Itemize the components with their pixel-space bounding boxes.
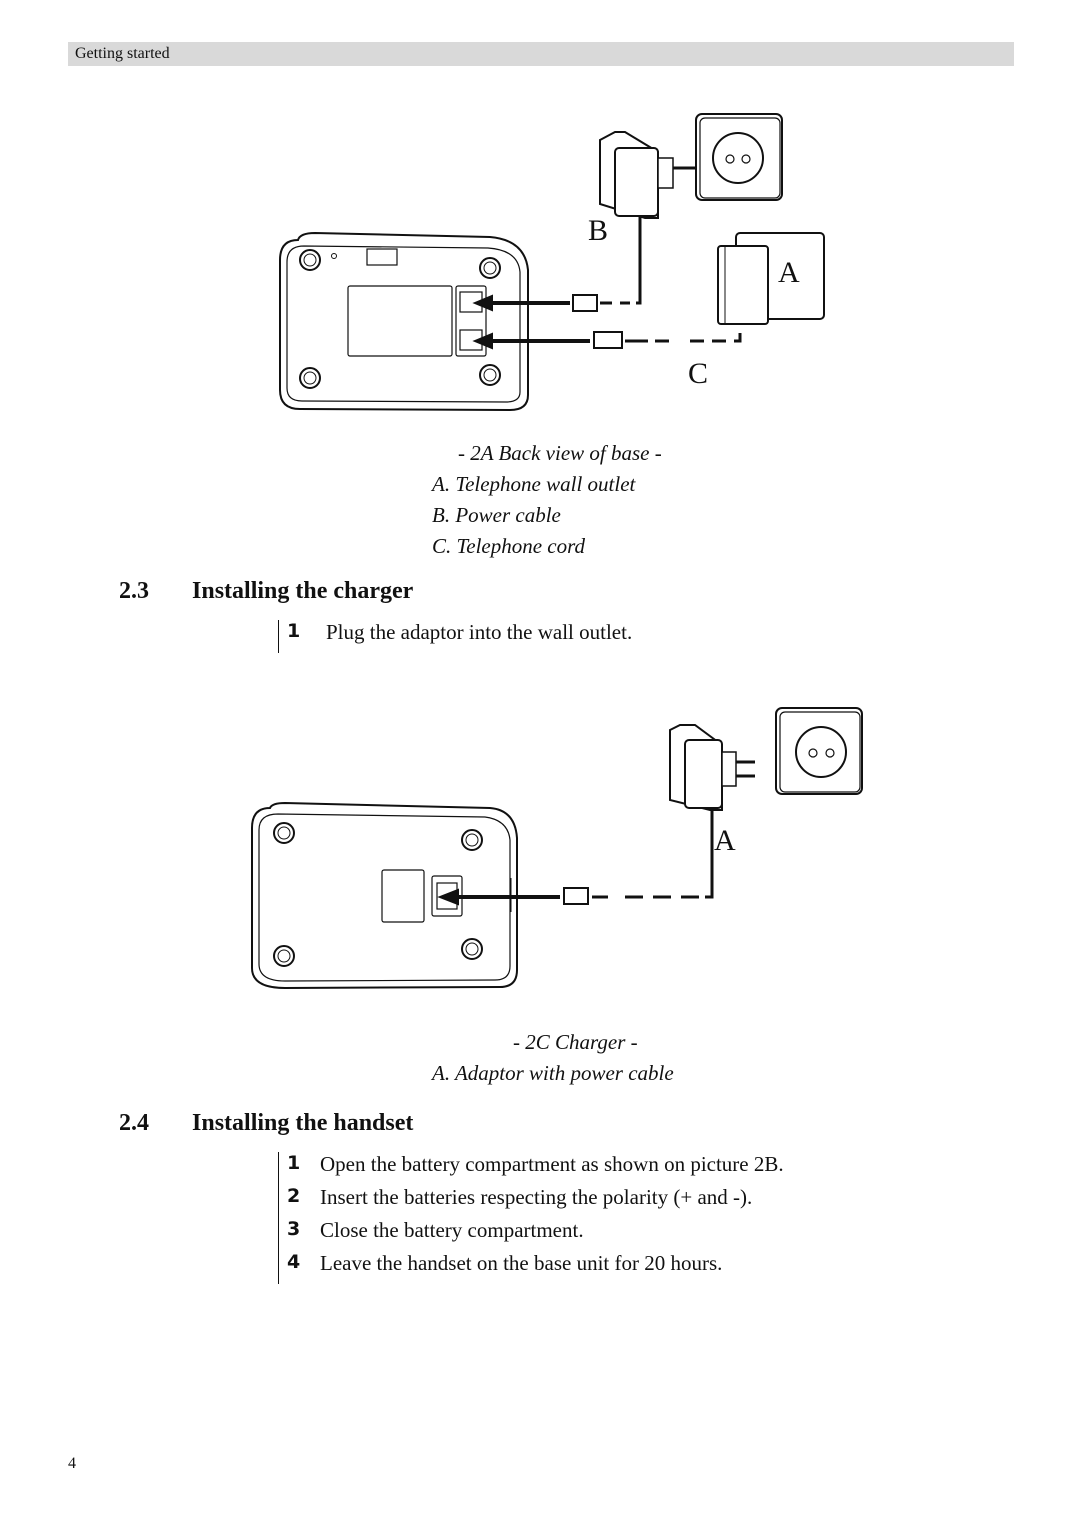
section-2-3-steps: 1 Plug the adaptor into the wall outlet.	[278, 620, 632, 653]
figure-2c-legend-a: A. Adaptor with power cable	[432, 1061, 674, 1085]
page-number: 4	[68, 1455, 76, 1472]
telephone-wall-outlet-illustration	[717, 232, 825, 325]
section-2-3-heading: 2.3 Installing the charger	[119, 578, 519, 608]
label-c: C	[688, 357, 708, 390]
section-2-4-title: Installing the handset	[192, 1110, 414, 1136]
step-text: Plug the adaptor into the wall outlet.	[326, 620, 633, 644]
figure-2c-charger: A	[251, 707, 863, 990]
figure-2c-caption-title: - 2C Charger -	[513, 1030, 638, 1054]
step-number: 1	[287, 620, 301, 642]
power-adaptor-illustration	[599, 131, 698, 219]
running-header: Getting started	[68, 42, 1014, 66]
wall-socket-illustration	[775, 707, 863, 795]
figure-2a-back-view-of-base: B A C	[279, 113, 825, 412]
step-text: Leave the handset on the base unit for 2…	[320, 1251, 723, 1275]
step-text: Close the battery compartment.	[320, 1218, 584, 1242]
label-a: A	[778, 256, 800, 289]
label-b: B	[588, 214, 608, 247]
section-2-3-number: 2.3	[119, 578, 149, 604]
step-text: Insert the batteries respecting the pola…	[320, 1185, 753, 1209]
figure-2a-legend-a: A. Telephone wall outlet	[432, 472, 636, 496]
section-2-4-heading: 2.4 Installing the handset	[119, 1110, 519, 1140]
figure-2a-legend-c: C. Telephone cord	[432, 534, 586, 558]
figure-2a-caption-title: - 2A Back view of base -	[458, 441, 662, 465]
step-number: 4	[287, 1251, 301, 1273]
figure-2a-legend-b: B. Power cable	[432, 503, 561, 527]
section-2-4-steps: 1 Open the battery compartment as shown …	[278, 1152, 784, 1284]
charger-adaptor-illustration	[669, 724, 755, 811]
wall-socket-illustration	[695, 113, 783, 201]
step-number: 2	[287, 1185, 301, 1207]
step-text: Open the battery compartment as shown on…	[320, 1152, 784, 1176]
section-2-3-title: Installing the charger	[192, 578, 414, 604]
base-unit-illustration	[279, 231, 529, 412]
section-2-4-number: 2.4	[119, 1110, 149, 1136]
running-header-title: Getting started	[75, 45, 170, 62]
label-a: A	[714, 824, 736, 857]
step-number: 1	[287, 1152, 301, 1174]
step-number: 3	[287, 1218, 301, 1240]
